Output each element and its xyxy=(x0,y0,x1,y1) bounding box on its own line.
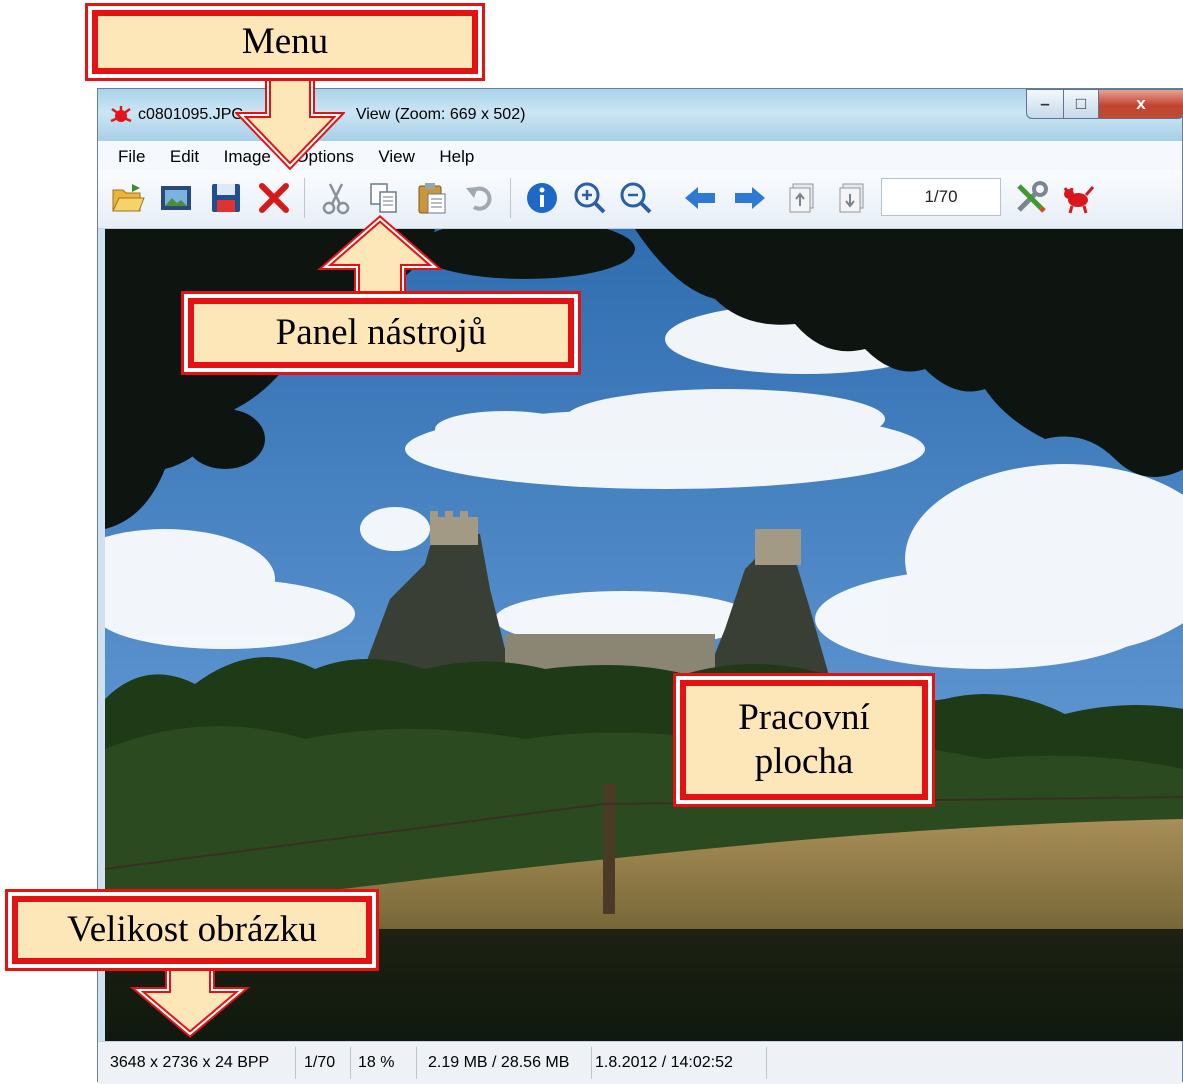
maximize-button[interactable]: □ xyxy=(1063,89,1099,119)
last-page-icon[interactable] xyxy=(834,180,870,216)
next-icon[interactable] xyxy=(732,180,768,216)
menu-callout: Menu xyxy=(92,10,478,74)
status-zoom: 18 % xyxy=(358,1054,395,1071)
minimize-button[interactable]: – xyxy=(1026,89,1064,119)
status-divider xyxy=(350,1047,351,1079)
irfanview-cat-icon xyxy=(110,106,132,123)
status-bar: 3648 x 2736 x 24 BPP 1/70 18 % 2.19 MB /… xyxy=(98,1041,1182,1084)
status-divider xyxy=(295,1047,296,1079)
page-number-field[interactable]: 1/70 xyxy=(881,178,1001,216)
toolbar-separator xyxy=(510,178,511,218)
undo-icon[interactable] xyxy=(462,180,498,216)
workspace-callout: Pracovní plocha xyxy=(680,680,928,800)
menu-view[interactable]: View xyxy=(378,147,415,167)
menu-callout-arrow xyxy=(235,70,345,170)
open-icon[interactable] xyxy=(110,180,146,216)
thumbnails-icon[interactable] xyxy=(158,180,194,216)
menu-help[interactable]: Help xyxy=(439,147,474,167)
toolbar: 1/70 xyxy=(98,170,1182,229)
delete-icon[interactable] xyxy=(256,180,292,216)
toolbar-separator xyxy=(304,178,305,218)
close-button[interactable]: x xyxy=(1098,89,1183,119)
irfanview-logo-icon[interactable] xyxy=(1060,180,1096,216)
paste-icon[interactable] xyxy=(414,180,450,216)
status-image-dimensions: 3648 x 2736 x 24 BPP xyxy=(110,1054,270,1071)
image-size-callout: Velikost obrázku xyxy=(12,896,372,964)
status-page: 1/70 xyxy=(304,1054,336,1071)
cut-icon[interactable] xyxy=(318,180,354,216)
workspace-callout-line2: plocha xyxy=(754,741,854,783)
status-filesize: 2.19 MB / 28.56 MB xyxy=(428,1054,570,1071)
zoom-in-icon[interactable] xyxy=(572,180,608,216)
toolbar-callout: Panel nástrojů xyxy=(188,298,574,368)
copy-icon[interactable] xyxy=(366,180,402,216)
status-divider xyxy=(766,1047,767,1079)
prev-icon[interactable] xyxy=(682,180,718,216)
menu-file[interactable]: File xyxy=(118,147,145,167)
settings-tools-icon[interactable] xyxy=(1013,180,1049,216)
menu-edit[interactable]: Edit xyxy=(170,147,199,167)
status-datetime: 1.8.2012 / 14:02:52 xyxy=(595,1054,733,1071)
info-icon[interactable] xyxy=(524,180,560,216)
status-divider xyxy=(591,1047,592,1079)
save-icon[interactable] xyxy=(208,180,244,216)
status-divider xyxy=(416,1047,417,1079)
workspace-callout-line1: Pracovní xyxy=(738,697,870,738)
zoom-out-icon[interactable] xyxy=(618,180,654,216)
first-page-icon[interactable] xyxy=(784,180,820,216)
